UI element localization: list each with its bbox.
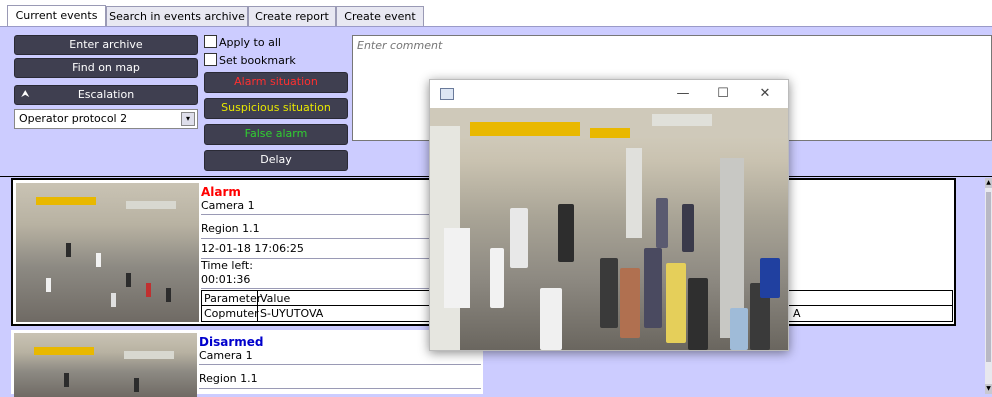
video-frame[interactable] <box>430 108 788 350</box>
apply-to-all-label: Apply to all <box>219 36 281 49</box>
region-name: Region 1.1 <box>199 369 481 389</box>
tab-bar-divider <box>0 26 992 27</box>
event-thumbnail[interactable] <box>14 333 197 397</box>
escalation-button[interactable]: ⮝ Escalation <box>14 85 198 105</box>
scroll-thumb[interactable] <box>986 192 991 362</box>
chevron-down-icon[interactable]: ▾ <box>181 112 195 126</box>
operator-protocol-select[interactable]: Operator protocol 2 ▾ <box>14 109 198 129</box>
event-card-disarmed[interactable]: Disarmed Camera 1 Region 1.1 <box>11 330 483 397</box>
table-header-parameter: Parameter <box>202 291 262 306</box>
tab-current-events[interactable]: Current events <box>7 5 106 27</box>
find-on-map-button[interactable]: Find on map <box>14 58 198 78</box>
popup-titlebar[interactable]: — ☐ ✕ <box>430 80 788 107</box>
table-cell-parameter: Copmuter <box>204 306 259 321</box>
alarm-situation-button[interactable]: Alarm situation <box>204 72 348 93</box>
escalation-label: Escalation <box>77 88 135 101</box>
close-icon[interactable]: ✕ <box>750 84 780 104</box>
scroll-down-icon[interactable]: ▼ <box>985 384 992 394</box>
delay-button[interactable]: Delay <box>204 150 348 171</box>
checkbox-box[interactable] <box>204 53 217 66</box>
tab-bar: Current events Search in events archive … <box>0 0 992 27</box>
apply-to-all-checkbox[interactable]: Apply to all <box>204 35 281 50</box>
tab-search-archive[interactable]: Search in events archive <box>106 6 248 26</box>
table-cell-overflow-text: A <box>793 307 801 320</box>
event-list-scrollbar[interactable]: ▲ ▼ <box>985 178 992 394</box>
event-thumbnail[interactable] <box>16 183 199 322</box>
false-alarm-button[interactable]: False alarm <box>204 124 348 145</box>
chevron-up-icon: ⮝ <box>21 89 30 100</box>
tab-create-event[interactable]: Create event <box>336 6 424 26</box>
maximize-icon[interactable]: ☐ <box>708 84 738 104</box>
operator-protocol-value: Operator protocol 2 <box>19 112 128 125</box>
enter-archive-button[interactable]: Enter archive <box>14 35 198 55</box>
scroll-up-icon[interactable]: ▲ <box>985 178 992 188</box>
tab-create-report[interactable]: Create report <box>248 6 336 26</box>
set-bookmark-label: Set bookmark <box>219 54 296 67</box>
set-bookmark-checkbox[interactable]: Set bookmark <box>204 53 296 68</box>
video-window-icon <box>440 88 454 100</box>
suspicious-situation-button[interactable]: Suspicious situation <box>204 98 348 119</box>
minimize-icon[interactable]: — <box>668 84 698 104</box>
checkbox-box[interactable] <box>204 35 217 48</box>
video-popup-window[interactable]: — ☐ ✕ <box>429 79 789 351</box>
